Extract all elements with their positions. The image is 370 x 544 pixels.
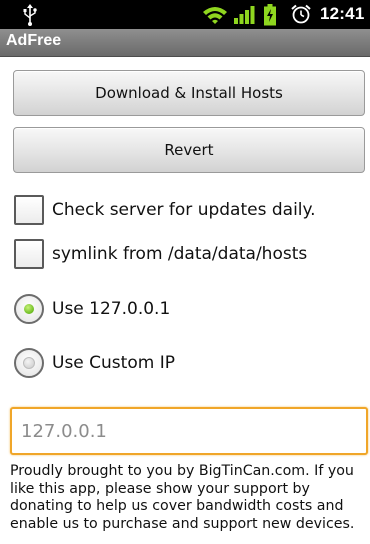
symlink-label: symlink from /data/data/hosts [52,244,308,264]
alarm-icon [291,4,311,24]
revert-button[interactable]: Revert [13,127,365,173]
radio-unselected-dot [23,357,35,369]
signal-icon [234,6,255,24]
check-updates-label: Check server for updates daily. [52,200,316,220]
download-install-hosts-label: Download & Install Hosts [95,84,283,102]
radio-selected-dot [24,304,34,314]
use-custom-ip-label: Use Custom IP [52,353,175,373]
symlink-option[interactable]: symlink from /data/data/hosts [14,237,307,271]
use-custom-ip-option[interactable]: Use Custom IP [14,346,175,380]
app-title-bar: AdFree [0,29,370,57]
use-localhost-label: Use 127.0.0.1 [52,299,171,319]
usb-icon [23,4,37,26]
use-custom-ip-radio[interactable] [14,348,44,378]
use-localhost-radio[interactable] [14,294,44,324]
check-updates-checkbox[interactable] [14,195,44,225]
battery-icon [264,4,276,26]
symlink-checkbox[interactable] [14,239,44,269]
custom-ip-input[interactable] [10,407,368,455]
revert-label: Revert [164,141,214,159]
footer-support-text: Proudly brought to you by BigTinCan.com.… [10,463,355,532]
wifi-icon [203,7,227,24]
use-localhost-option[interactable]: Use 127.0.0.1 [14,292,170,326]
check-updates-option[interactable]: Check server for updates daily. [14,193,316,227]
download-install-hosts-button[interactable]: Download & Install Hosts [13,70,365,116]
status-clock: 12:41 [320,4,365,23]
status-bar: 12:41 [0,0,370,29]
app-title: AdFree [6,32,62,49]
